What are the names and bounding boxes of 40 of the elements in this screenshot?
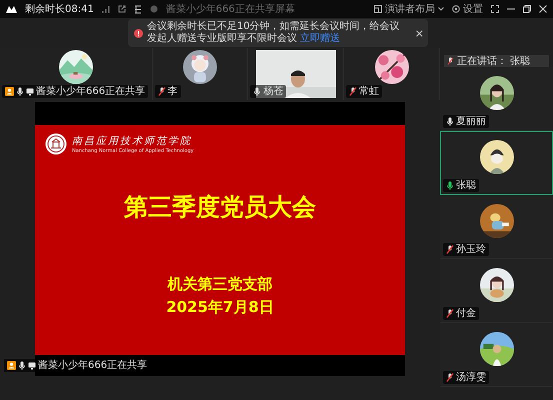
department-text: 机关第三党支部 xyxy=(166,275,274,294)
college-name: 南昌应用技术师范学院 xyxy=(72,134,193,148)
remaining-time: 剩余时长08:41 xyxy=(25,2,94,16)
layout-icon xyxy=(374,5,382,13)
warning-icon xyxy=(134,28,143,38)
participant-tile[interactable]: 李 xyxy=(152,48,248,100)
sharing-notice: 酱菜小少年666正在共享屏幕 xyxy=(166,2,295,16)
college-emblem-icon xyxy=(45,133,67,155)
speaker-icon xyxy=(447,57,454,65)
gift-link[interactable]: 立即赠送 xyxy=(300,33,340,44)
slide-title: 第三季度党员大会 xyxy=(123,192,317,223)
notification-message: 会议剩余时长已不足10分钟，如需延长会议时间，给会议发起人赠送专业版即享不限时会议 立即赠送 xyxy=(147,21,401,45)
participant-name: 常虹 xyxy=(359,86,380,97)
close-button[interactable]: × xyxy=(412,26,424,40)
close-icon[interactable] xyxy=(539,5,547,13)
speaker-name: 张聪 xyxy=(510,56,530,66)
sharer-name: 酱菜小少年666正在共享 xyxy=(38,360,148,371)
participant-tile[interactable]: 酱菜小少年666正在共享 xyxy=(0,48,153,100)
participant-name: 汤淳雯 xyxy=(456,372,486,383)
participant-name: 孙玉玲 xyxy=(456,244,486,255)
layout-button[interactable]: 演讲者布局 xyxy=(374,2,444,16)
logo-icon xyxy=(6,5,17,13)
participant-tile[interactable]: 常虹 xyxy=(344,48,440,100)
settings-icon xyxy=(452,5,460,13)
signal-icon xyxy=(102,6,110,12)
date-text: 2025年7月8日 xyxy=(165,298,275,317)
restore-icon[interactable] xyxy=(523,5,531,13)
participant-name: 杨苍 xyxy=(263,86,284,97)
participant-tile[interactable]: 杨苍 xyxy=(248,48,344,100)
participant-name: 酱菜小少年666正在共享 xyxy=(36,86,146,97)
speaking-label: 正在讲话： xyxy=(457,56,507,66)
participant-name: 李 xyxy=(168,86,178,97)
participant-name: 夏丽丽 xyxy=(456,116,486,127)
caret-icon xyxy=(438,7,444,11)
settings-button[interactable]: 设置 xyxy=(452,2,483,16)
fullscreen-icon[interactable] xyxy=(491,5,499,13)
participant-name: 付金 xyxy=(456,308,476,319)
share-icon[interactable] xyxy=(118,5,126,13)
participant-tile[interactable]: 张聪 xyxy=(440,131,553,195)
participant-name: 张聪 xyxy=(456,180,476,191)
